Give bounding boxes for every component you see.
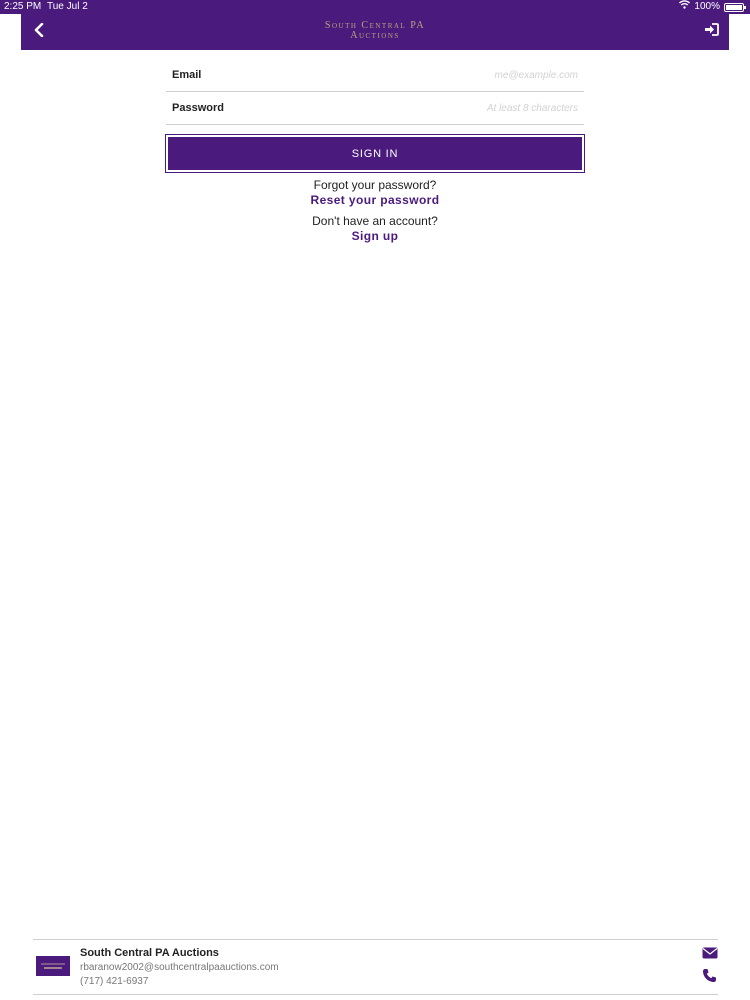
footer-email: rbaranow2002@southcentralpaauctions.com	[80, 962, 279, 973]
email-input[interactable]	[324, 69, 584, 81]
envelope-icon	[702, 946, 718, 963]
password-input[interactable]	[324, 102, 584, 114]
status-bar: 2:25 PM Tue Jul 2 100%	[0, 0, 750, 14]
sign-in-button[interactable]: SIGN IN	[165, 134, 585, 173]
nav-bar: South Central PA Auctions	[21, 14, 729, 50]
footer-contact: South Central PA Auctions rbaranow2002@s…	[33, 939, 718, 995]
status-time: 2:25 PM	[4, 1, 42, 12]
reset-password-link[interactable]: Reset your password	[0, 193, 750, 207]
footer-logo	[36, 956, 70, 976]
wifi-icon	[679, 0, 691, 14]
app-logo: South Central PA Auctions	[21, 21, 729, 41]
email-field-row: Email	[166, 59, 584, 92]
forgot-password-section: Forgot your password? Reset your passwor…	[0, 178, 750, 207]
battery-icon	[724, 2, 746, 12]
sign-in-icon	[704, 23, 719, 41]
password-field-row: Password	[166, 92, 584, 125]
status-date: Tue Jul 2	[47, 1, 88, 12]
status-right: 100%	[679, 0, 746, 14]
login-form: Email Password	[166, 59, 584, 125]
battery-percent: 100%	[694, 1, 720, 12]
sign-up-link[interactable]: Sign up	[0, 229, 750, 243]
footer-phone: (717) 421-6937	[80, 976, 149, 987]
password-label: Password	[172, 102, 224, 114]
email-contact-button[interactable]	[702, 946, 718, 960]
logo-line-2: Auctions	[350, 30, 400, 41]
call-contact-button[interactable]	[702, 968, 718, 984]
no-account-prompt: Don't have an account?	[312, 214, 438, 228]
forgot-password-prompt: Forgot your password?	[313, 178, 437, 192]
email-label: Email	[172, 69, 202, 81]
phone-icon	[702, 969, 717, 987]
sign-up-section: Don't have an account? Sign up	[0, 214, 750, 243]
sign-in-nav-button[interactable]	[701, 22, 721, 42]
footer-company-name: South Central PA Auctions	[80, 947, 219, 959]
